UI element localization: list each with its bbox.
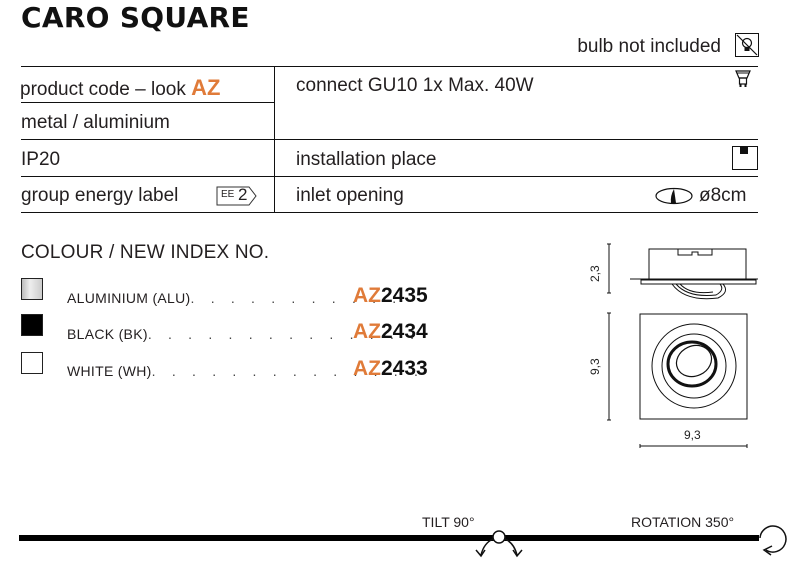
rotation-label: ROTATION 350° — [631, 514, 735, 530]
spec-connection: connect GU10 1x Max. 40W — [296, 75, 534, 96]
spec-product-code: product code – look AZ — [20, 75, 220, 101]
side-view-drawing — [607, 243, 758, 300]
inlet-opening-value: ø8cm — [699, 185, 747, 206]
brand-code: AZ — [191, 75, 221, 100]
colour-label: ALUMINIUM (ALU) — [67, 290, 191, 306]
rotation-icon — [759, 525, 787, 556]
technical-drawing — [607, 243, 758, 448]
tilt-label: TILT 90° — [422, 514, 475, 530]
ceiling-installation-icon — [732, 146, 758, 170]
energy-label-value: 2 — [238, 185, 248, 204]
colour-label: BLACK (BK) — [67, 326, 148, 342]
table-top-border — [21, 66, 758, 67]
spec-inlet-opening: inlet opening — [296, 185, 404, 206]
dimension-height: 2,3 — [588, 265, 602, 282]
energy-label-badge: EE 2 — [216, 185, 260, 212]
energy-label-prefix: EE — [221, 189, 235, 200]
dimension-depth: 9,3 — [588, 358, 602, 375]
bulb-not-included-icon — [735, 33, 759, 57]
table-divider — [21, 176, 758, 177]
feature-bar — [19, 535, 759, 541]
spec-ip-rating: IP20 — [21, 149, 61, 170]
bulb-not-included-label: bulb not included — [577, 36, 721, 57]
gu10-bulb-icon — [735, 70, 751, 95]
table-bottom-border — [21, 212, 758, 213]
dimension-width: 9,3 — [684, 428, 701, 442]
swatch-black — [21, 314, 43, 336]
inlet-opening-icon — [654, 187, 694, 210]
spec-material: metal / aluminium — [21, 112, 170, 133]
spec-product-code-label: product code – look — [20, 79, 192, 100]
tilt-icon — [475, 530, 523, 558]
spec-installation-place: installation place — [296, 149, 437, 170]
table-column-divider — [274, 66, 275, 213]
index-code-aluminium: AZ2435 — [353, 284, 428, 307]
table-divider — [21, 139, 758, 140]
swatch-aluminium — [21, 278, 43, 300]
colours-heading: COLOUR / NEW INDEX NO. — [21, 242, 270, 263]
index-code-black: AZ2434 — [353, 320, 428, 343]
table-divider — [21, 102, 275, 103]
spec-energy-label: group energy label — [21, 185, 179, 206]
product-title: CARO SQUARE — [21, 1, 250, 34]
front-view-drawing — [607, 312, 748, 448]
colour-label: WHITE (WH) — [67, 363, 152, 379]
index-code-white: AZ2433 — [353, 357, 428, 380]
swatch-white — [21, 352, 43, 374]
